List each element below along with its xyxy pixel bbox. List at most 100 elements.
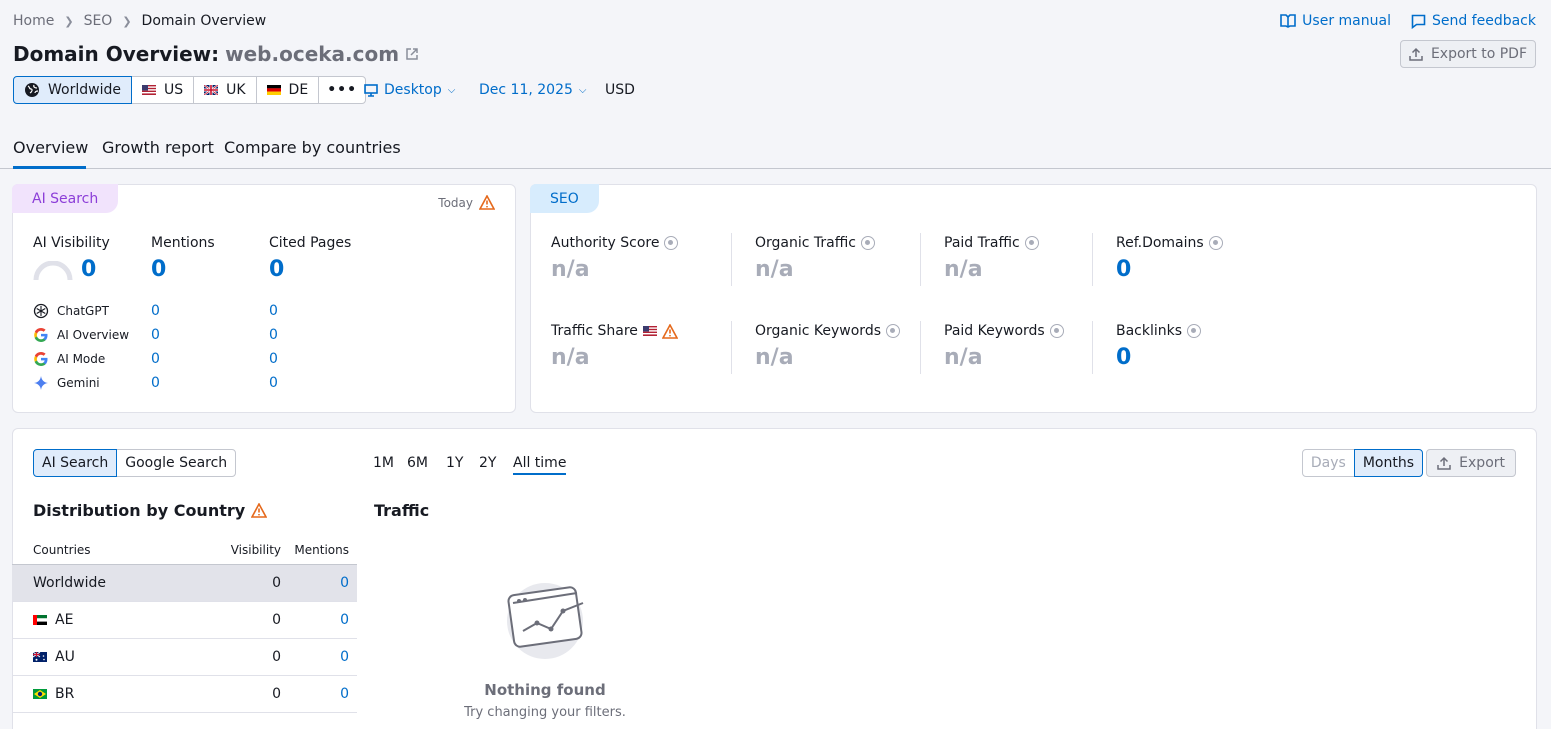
tab-compare-by-countries[interactable]: Compare by countries: [224, 138, 401, 169]
device-filter[interactable]: Desktop ⌵: [364, 82, 455, 98]
empty-chart-illustration: [507, 583, 584, 659]
row-mentions[interactable]: 0: [340, 575, 349, 591]
period-6m[interactable]: 6M: [407, 455, 428, 471]
table-row[interactable]: BR 0 0: [12, 676, 357, 713]
mentions-label: Mentions: [151, 235, 215, 251]
granularity-toggle: Days Months: [1301, 449, 1423, 477]
header-visibility[interactable]: Visibility: [231, 543, 281, 557]
metric-label: Paid Traffic: [944, 235, 1020, 251]
table-row[interactable]: AU 0 0: [12, 639, 357, 676]
domain-name: web.oceka.com: [225, 42, 400, 66]
metric-label: Authority Score: [551, 235, 660, 251]
database-selector: Worldwide US UK DE •••: [13, 76, 367, 104]
breadcrumb-home[interactable]: Home: [13, 13, 54, 29]
flag-us-icon: [141, 85, 156, 95]
flag-br-icon: [33, 689, 47, 699]
traffic-title: Traffic: [374, 501, 430, 520]
user-manual-link[interactable]: User manual: [1280, 13, 1391, 29]
organic-traffic-label: Organic Traffic: [755, 235, 875, 251]
period-1m[interactable]: 1M: [373, 455, 394, 471]
source-name: Gemini: [57, 376, 100, 390]
info-icon[interactable]: [1049, 324, 1064, 338]
ai-overview-cited[interactable]: 0: [269, 327, 278, 343]
period-all-time[interactable]: All time: [513, 455, 567, 475]
device-label: Desktop: [384, 82, 442, 98]
paid-traffic-value: n/a: [944, 257, 983, 282]
ai-search-toggle[interactable]: AI Search: [33, 449, 118, 477]
db-us[interactable]: US: [130, 76, 195, 104]
breadcrumb-seo[interactable]: SEO: [84, 13, 113, 29]
row-mentions[interactable]: 0: [340, 686, 349, 702]
info-icon[interactable]: [1024, 236, 1039, 250]
backlinks-label: Backlinks: [1116, 323, 1202, 339]
db-worldwide[interactable]: Worldwide: [13, 76, 132, 104]
tab-overview[interactable]: Overview: [13, 138, 88, 169]
export-label: Export: [1459, 455, 1505, 471]
table-row[interactable]: Worldwide 0 0: [12, 565, 357, 602]
header-countries[interactable]: Countries: [33, 543, 91, 557]
header-mentions[interactable]: Mentions: [294, 543, 349, 557]
db-de[interactable]: DE: [255, 76, 320, 104]
flag-us-icon: [642, 326, 657, 336]
row-country: BR: [55, 686, 75, 702]
gemini-mentions[interactable]: 0: [151, 375, 160, 391]
metric-label: Traffic Share: [551, 323, 638, 339]
info-icon[interactable]: [860, 236, 875, 250]
ai-mode-mentions[interactable]: 0: [151, 351, 160, 367]
seo-pill: SEO: [530, 184, 599, 213]
warning-icon[interactable]: [251, 503, 268, 518]
header-links: User manual Send feedback: [1280, 13, 1536, 29]
row-country: AE: [55, 612, 74, 628]
tab-growth-report[interactable]: Growth report: [102, 138, 214, 169]
warning-icon[interactable]: [479, 195, 495, 210]
external-link-icon[interactable]: [405, 47, 419, 61]
breadcrumb-current: Domain Overview: [141, 13, 267, 29]
table-row[interactable]: AE 0 0: [12, 602, 357, 639]
cited-pages-value[interactable]: 0: [269, 257, 284, 282]
organic-keywords-label: Organic Keywords: [755, 323, 900, 339]
backlinks-value[interactable]: 0: [1116, 345, 1131, 370]
info-icon[interactable]: [1208, 236, 1223, 250]
flag-uk-icon: [204, 85, 219, 95]
export-button[interactable]: Export: [1426, 449, 1516, 477]
authority-score-value: n/a: [551, 257, 590, 282]
period-1y[interactable]: 1Y: [446, 455, 463, 471]
ref-domains-value[interactable]: 0: [1116, 257, 1131, 282]
gemini-cited[interactable]: 0: [269, 375, 278, 391]
send-feedback-link[interactable]: Send feedback: [1411, 13, 1536, 29]
organic-keywords-value: n/a: [755, 345, 794, 370]
paid-keywords-label: Paid Keywords: [944, 323, 1064, 339]
ai-mode-cited[interactable]: 0: [269, 351, 278, 367]
db-uk[interactable]: UK: [193, 76, 257, 104]
ai-visibility-value[interactable]: 0: [81, 257, 96, 282]
row-visibility: 0: [272, 575, 281, 591]
chatgpt-mentions[interactable]: 0: [151, 303, 160, 319]
flag-au-icon: [33, 652, 47, 662]
warning-icon[interactable]: [661, 323, 678, 339]
period-2y[interactable]: 2Y: [479, 455, 496, 471]
source-row-ai-mode: AI Mode: [33, 351, 105, 367]
row-mentions[interactable]: 0: [340, 649, 349, 665]
info-icon[interactable]: [664, 236, 679, 250]
days-toggle[interactable]: Days: [1301, 449, 1355, 477]
row-country-cell: AE: [33, 612, 73, 628]
distribution-table: Countries Visibility Mentions Worldwide …: [12, 535, 357, 713]
metric-label: Ref.Domains: [1116, 235, 1204, 251]
mentions-value[interactable]: 0: [151, 257, 166, 282]
row-country-cell: BR: [33, 686, 74, 702]
info-icon[interactable]: [886, 324, 900, 338]
google-search-toggle[interactable]: Google Search: [116, 449, 237, 477]
months-toggle[interactable]: Months: [1353, 449, 1423, 477]
info-icon[interactable]: [1187, 324, 1202, 338]
date-filter[interactable]: Dec 11, 2025 ⌵: [479, 82, 586, 98]
ai-overview-mentions[interactable]: 0: [151, 327, 160, 343]
divider: [1092, 321, 1093, 374]
export-pdf-button[interactable]: Export to PDF: [1399, 40, 1536, 68]
chatgpt-cited[interactable]: 0: [269, 303, 278, 319]
chevron-down-icon: ⌵: [447, 84, 456, 96]
row-country: Worldwide: [33, 575, 106, 591]
authority-score-label: Authority Score: [551, 235, 679, 251]
row-mentions[interactable]: 0: [340, 612, 349, 628]
db-uk-label: UK: [226, 82, 246, 98]
more-databases-button[interactable]: •••: [318, 76, 367, 104]
